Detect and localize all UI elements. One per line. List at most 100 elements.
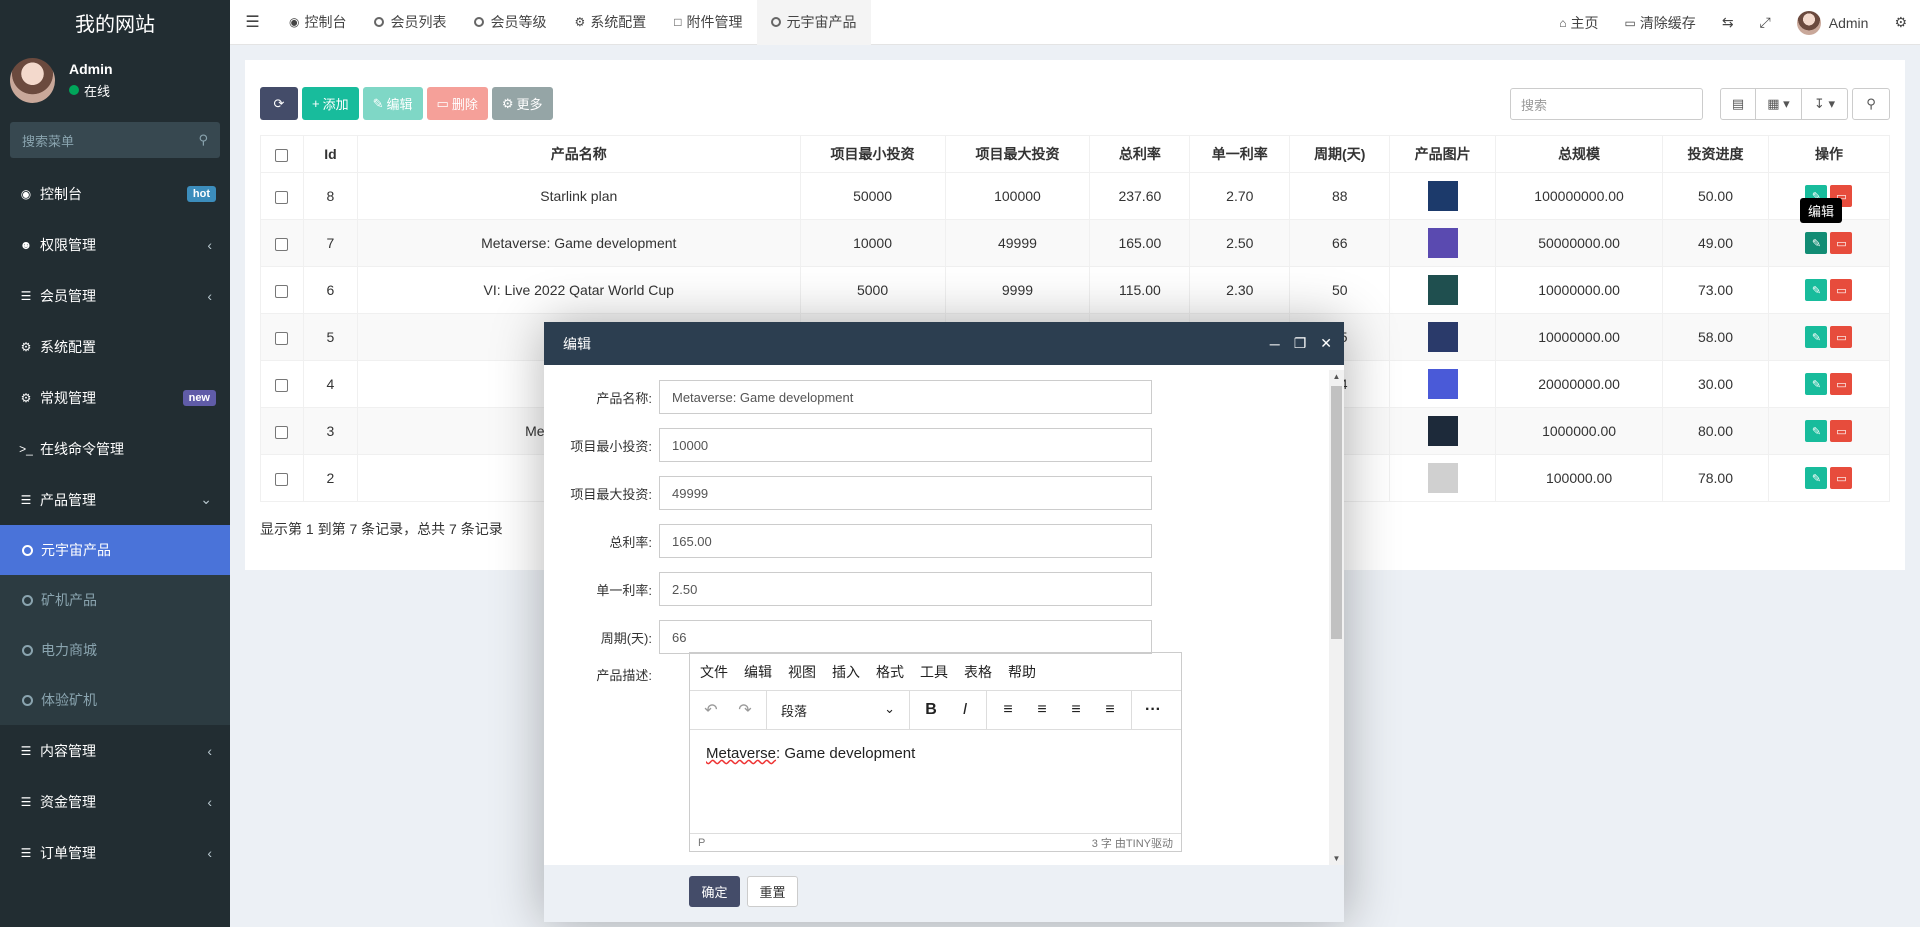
italic-icon[interactable]: I [950,701,980,719]
row-checkbox[interactable] [275,331,289,345]
product-thumbnail[interactable] [1427,322,1458,352]
tab-member-level[interactable]: 会员等级 [460,0,560,45]
column-header[interactable]: 单一利率 [1189,135,1291,173]
row-checkbox[interactable] [275,284,289,298]
sidebar-subitem-metaverse[interactable]: 元宇宙产品 [0,525,230,575]
editor-menu-view[interactable]: 视图 [788,662,816,682]
fullscreen-icon[interactable]: ⤢ [1747,14,1784,31]
row-checkbox[interactable] [275,378,289,392]
sidebar-item-system-config[interactable]: ⚙ 系统配置 [0,321,230,372]
refresh-button[interactable]: ⟳ [260,87,298,120]
product-thumbnail[interactable] [1427,275,1458,305]
editor-menu-insert[interactable]: 插入 [832,662,860,682]
row-edit-icon[interactable]: ✎ [1805,373,1828,395]
editor-menu-table[interactable]: 表格 [964,662,992,682]
column-header[interactable]: 总规模 [1495,135,1664,173]
table-row[interactable]: 6 VI: Live 2022 Qatar World Cup 5000 9999 11… [260,266,1891,314]
sidebar-item-funds[interactable]: ☰ 资金管理 ‹ [0,776,230,827]
align-left-icon[interactable]: ≡ [993,701,1023,719]
align-center-icon[interactable]: ≡ [1027,701,1057,719]
more-options-icon[interactable]: ··· [1138,701,1168,719]
sidebar-subitem-miner[interactable]: 矿机产品 [0,575,230,625]
editor-menu-edit[interactable]: 编辑 [744,662,772,682]
row-edit-icon[interactable]: ✎ [1805,467,1828,489]
row-checkbox[interactable] [275,190,289,204]
toggle-view-icon[interactable]: ▤ [1720,88,1756,120]
bold-icon[interactable]: B [916,701,946,719]
column-header[interactable]: 投资进度 [1662,135,1769,173]
sidebar-item-permissions[interactable]: ☻ 权限管理 ‹ [0,219,230,270]
row-delete-icon[interactable]: ▭ [1830,232,1853,254]
tab-attachments[interactable]: □ 附件管理 [660,0,756,45]
home-link[interactable]: ⌂ 主页 [1546,13,1611,33]
scroll-down-icon[interactable]: ▼ [1329,854,1344,863]
undo-icon[interactable]: ↶ [696,700,726,720]
table-row[interactable]: 7 Metaverse: Game development 10000 49999 16… [260,219,1891,267]
editor-menu-tools[interactable]: 工具 [920,662,948,682]
user-menu[interactable]: Admin [1784,10,1882,35]
reset-button[interactable]: 重置 [747,876,798,907]
sidebar-item-members[interactable]: ☰ 会员管理 ‹ [0,270,230,321]
editor-menu-help[interactable]: 帮助 [1008,662,1036,682]
tab-member-list[interactable]: 会员列表 [360,0,460,45]
column-header[interactable]: 总利率 [1089,135,1191,173]
sidebar-item-orders[interactable]: ☰ 订单管理 ‹ [0,827,230,878]
select-all-checkbox[interactable] [275,148,289,162]
row-edit-icon[interactable]: ✎ [1805,420,1828,442]
column-header[interactable]: 周期(天) [1289,135,1391,173]
confirm-button[interactable]: 确定 [689,876,740,907]
field-input[interactable]: 165.00 [659,524,1152,558]
field-input[interactable]: 10000 [659,428,1152,462]
editor-content[interactable]: Metaverse: Game development [690,730,1181,835]
tab-dashboard[interactable]: ◉ 控制台 [275,0,360,45]
delete-button[interactable]: ▭ 删除 [426,87,488,120]
sidebar-subitem-power-mall[interactable]: 电力商城 [0,625,230,675]
maximize-icon[interactable]: ❐ [1294,335,1307,352]
scroll-up-icon[interactable]: ▲ [1329,372,1344,381]
field-input[interactable]: 49999 [659,476,1152,510]
close-icon[interactable]: ✕ [1320,335,1332,352]
block-format-select[interactable]: 段落 ⌄ [773,701,903,720]
column-header[interactable]: 项目最小投资 [799,135,946,173]
modal-header[interactable]: 编辑 ─ ❐ ✕ [544,322,1344,365]
modal-scrollbar[interactable]: ▲ ▼ [1329,370,1344,865]
column-header[interactable]: 项目最大投资 [944,135,1091,173]
row-delete-icon[interactable]: ▭ [1830,279,1853,301]
editor-menu-file[interactable]: 文件 [700,662,728,682]
tab-system-config[interactable]: ⚙ 系统配置 [560,0,660,45]
sidebar-item-products[interactable]: ☰ 产品管理 ⌄ [0,474,230,525]
row-delete-icon[interactable]: ▭ [1830,326,1853,348]
sidebar-item-general[interactable]: ⚙ 常规管理 new [0,372,230,423]
settings-icon[interactable]: ⚙ [1881,14,1920,31]
row-edit-icon[interactable]: ✎ [1805,279,1828,301]
clear-cache-button[interactable]: ▭ 清除缓存 [1611,13,1708,33]
row-checkbox[interactable] [275,472,289,486]
add-button[interactable]: + 添加 [302,87,359,120]
column-header[interactable]: 产品名称 [356,135,801,173]
brand-logo[interactable]: 我的网站 [0,0,230,45]
row-edit-icon[interactable]: ✎ [1805,326,1828,348]
field-input[interactable]: Metaverse: Game development [659,380,1152,414]
align-justify-icon[interactable]: ≡ [1095,701,1125,719]
advanced-search-icon[interactable]: ⚲ [1852,88,1890,120]
product-thumbnail[interactable] [1427,416,1458,446]
table-row[interactable]: 8 Starlink plan 50000 100000 237.60 2.70 88 100… [260,172,1891,220]
export-icon[interactable]: ↧ ▾ [1802,88,1848,120]
minimize-icon[interactable]: ─ [1270,336,1280,352]
redo-icon[interactable]: ↷ [730,700,760,720]
row-delete-icon[interactable]: ▭ [1830,420,1853,442]
edit-button[interactable]: ✎ 编辑 [362,87,423,120]
row-checkbox[interactable] [275,425,289,439]
columns-icon[interactable]: ▦ ▾ [1756,88,1802,120]
more-button[interactable]: ⚙ 更多 [491,87,553,120]
table-search-input[interactable]: 搜索 [1510,88,1703,120]
column-header[interactable]: Id [302,135,358,173]
field-input[interactable]: 2.50 [659,572,1152,606]
field-input[interactable]: 66 [659,620,1152,654]
sidebar-toggle-icon[interactable]: ☰ [230,12,275,32]
row-checkbox[interactable] [275,237,289,251]
menu-search-input[interactable]: 搜索菜单 ⚲ [10,122,220,158]
row-delete-icon[interactable]: ▭ [1830,373,1853,395]
align-right-icon[interactable]: ≡ [1061,701,1091,719]
search-icon[interactable]: ⚲ [198,132,208,148]
